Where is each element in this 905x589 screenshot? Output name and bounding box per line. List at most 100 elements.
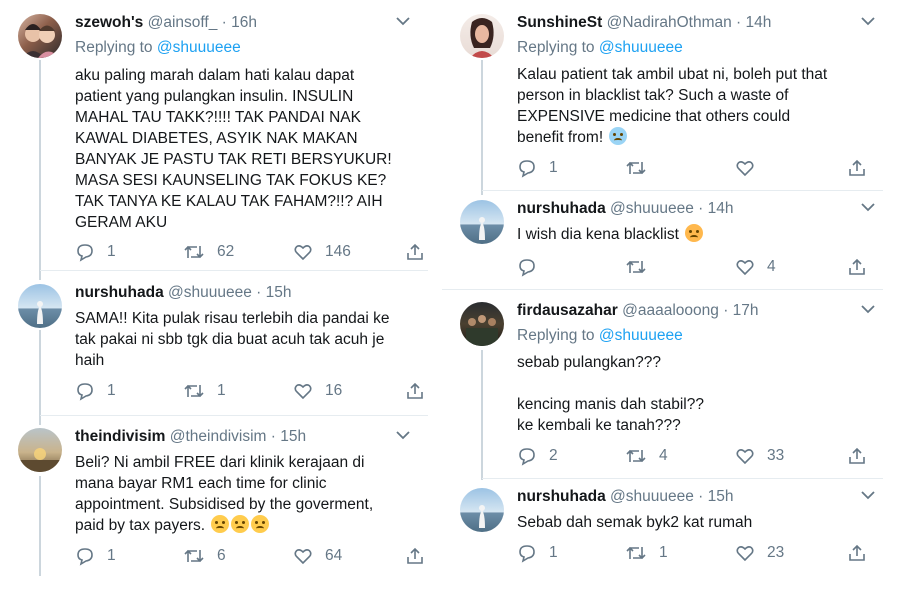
- tweet-time[interactable]: · 14h: [736, 14, 771, 31]
- replying-to: Replying to @shuuueee: [517, 39, 683, 57]
- right-thread: SunshineSt @NadirahOthman · 14h Replying…: [442, 0, 905, 589]
- share-icon: [407, 382, 423, 399]
- like-button[interactable]: 16: [293, 380, 342, 402]
- share-button[interactable]: [847, 445, 867, 467]
- retweet-button[interactable]: 4: [625, 445, 668, 467]
- share-button[interactable]: [847, 256, 867, 278]
- tweet-time[interactable]: · 15h: [271, 428, 306, 445]
- share-button[interactable]: [405, 241, 425, 263]
- tweet-line: MASA SESI KAUNSELING TAK FOKUS KE?: [75, 172, 387, 189]
- display-name[interactable]: nurshuhada: [75, 284, 164, 301]
- user-handle[interactable]: @theindivisim: [170, 428, 267, 445]
- thread-connector: [481, 350, 483, 480]
- thread-connector: [39, 476, 41, 576]
- tweet-line: Beli? Ni ambil FREE dari klinik kerajaan…: [75, 454, 365, 471]
- share-button[interactable]: [405, 380, 425, 402]
- chevron-down-icon[interactable]: [396, 16, 410, 26]
- display-name[interactable]: nurshuhada: [517, 488, 606, 505]
- share-icon: [849, 447, 865, 464]
- mention-link[interactable]: @shuuueee: [157, 39, 241, 56]
- tweet-line: paid by tax payers.: [75, 517, 206, 534]
- tweet-actions: 4: [517, 256, 865, 278]
- like-button[interactable]: [735, 157, 755, 179]
- tweet-header: firdausazahar @aaaalooong · 17h: [517, 302, 759, 320]
- like-button[interactable]: 4: [735, 256, 776, 278]
- display-name[interactable]: szewoh's: [75, 14, 143, 31]
- heart-icon: [294, 549, 312, 565]
- mention-link[interactable]: @shuuueee: [599, 327, 683, 344]
- share-button[interactable]: [405, 545, 425, 567]
- thread-connector: [39, 60, 41, 280]
- chevron-down-icon[interactable]: [861, 490, 875, 500]
- retweet-button[interactable]: [625, 157, 647, 179]
- tweet-actions: 1 6 64: [75, 545, 423, 567]
- tweet-time[interactable]: · 17h: [723, 302, 758, 319]
- avatar[interactable]: [460, 488, 504, 532]
- retweet-button[interactable]: 62: [183, 241, 234, 263]
- chevron-down-icon[interactable]: [861, 16, 875, 26]
- tweet-line: BANYAK JE PASTU TAK RETI BERSYUKUR!: [75, 151, 392, 168]
- thread-connector: [481, 60, 483, 195]
- like-button[interactable]: 64: [293, 545, 342, 567]
- avatar[interactable]: [18, 284, 62, 328]
- like-count: 33: [767, 447, 785, 464]
- reply-icon: [519, 259, 535, 277]
- reply-icon: [77, 383, 93, 401]
- tweet-line: [517, 373, 704, 394]
- tweet-text: Kalau patient tak ambil ubat ni, boleh p…: [517, 64, 827, 148]
- chevron-down-icon[interactable]: [396, 430, 410, 440]
- retweet-button[interactable]: 1: [183, 380, 226, 402]
- divider: [40, 270, 428, 271]
- like-button[interactable]: 33: [735, 445, 784, 467]
- tweet-time[interactable]: · 15h: [698, 488, 733, 505]
- reply-button[interactable]: 2: [517, 445, 558, 467]
- tired-face-emoji-icon: [251, 515, 270, 533]
- retweet-count: 1: [217, 382, 226, 399]
- like-button[interactable]: 23: [735, 542, 784, 564]
- tweet-time[interactable]: · 14h: [698, 200, 733, 217]
- avatar[interactable]: [460, 14, 504, 58]
- display-name[interactable]: firdausazahar: [517, 302, 618, 319]
- share-icon: [407, 547, 423, 564]
- user-handle[interactable]: @shuuueee: [168, 284, 252, 301]
- user-handle[interactable]: @ainsoff_: [148, 14, 218, 31]
- user-handle[interactable]: @shuuueee: [610, 200, 694, 217]
- heart-icon: [294, 245, 312, 261]
- avatar[interactable]: [460, 302, 504, 346]
- retweet-count: 6: [217, 547, 226, 564]
- retweet-button[interactable]: 1: [625, 542, 668, 564]
- display-name[interactable]: nurshuhada: [517, 200, 606, 217]
- like-button[interactable]: 146: [293, 241, 351, 263]
- avatar[interactable]: [18, 428, 62, 472]
- tweet-actions: 1 1 23: [517, 542, 865, 564]
- share-button[interactable]: [847, 157, 867, 179]
- reply-button[interactable]: 1: [75, 380, 116, 402]
- user-handle[interactable]: @shuuueee: [610, 488, 694, 505]
- retweet-button[interactable]: [625, 256, 647, 278]
- tweet-line: SAMA!! Kita pulak risau terlebih dia pan…: [75, 310, 390, 327]
- user-handle[interactable]: @aaaalooong: [622, 302, 719, 319]
- reply-button[interactable]: 1: [517, 542, 558, 564]
- retweet-button[interactable]: 6: [183, 545, 226, 567]
- reply-button[interactable]: 1: [75, 241, 116, 263]
- retweet-icon: [184, 384, 204, 398]
- display-name[interactable]: SunshineSt: [517, 14, 602, 31]
- user-handle[interactable]: @NadirahOthman: [607, 14, 732, 31]
- tweet-line: haih: [75, 352, 105, 369]
- tweet-header: nurshuhada @shuuueee · 15h: [75, 284, 292, 302]
- mention-link[interactable]: @shuuueee: [599, 39, 683, 56]
- tweet-line: I wish dia kena blacklist: [517, 226, 679, 243]
- display-name[interactable]: theindivisim: [75, 428, 165, 445]
- replying-to: Replying to @shuuueee: [517, 327, 683, 345]
- reply-button[interactable]: 1: [75, 545, 116, 567]
- tweet-time[interactable]: · 16h: [222, 14, 257, 31]
- reply-button[interactable]: [517, 256, 537, 278]
- share-button[interactable]: [847, 542, 867, 564]
- chevron-down-icon[interactable]: [861, 304, 875, 314]
- tweet-line-last: paid by tax payers.: [75, 515, 373, 536]
- chevron-down-icon[interactable]: [861, 202, 875, 212]
- avatar[interactable]: [460, 200, 504, 244]
- avatar[interactable]: [18, 14, 62, 58]
- reply-button[interactable]: 1: [517, 157, 558, 179]
- tweet-time[interactable]: · 15h: [256, 284, 291, 301]
